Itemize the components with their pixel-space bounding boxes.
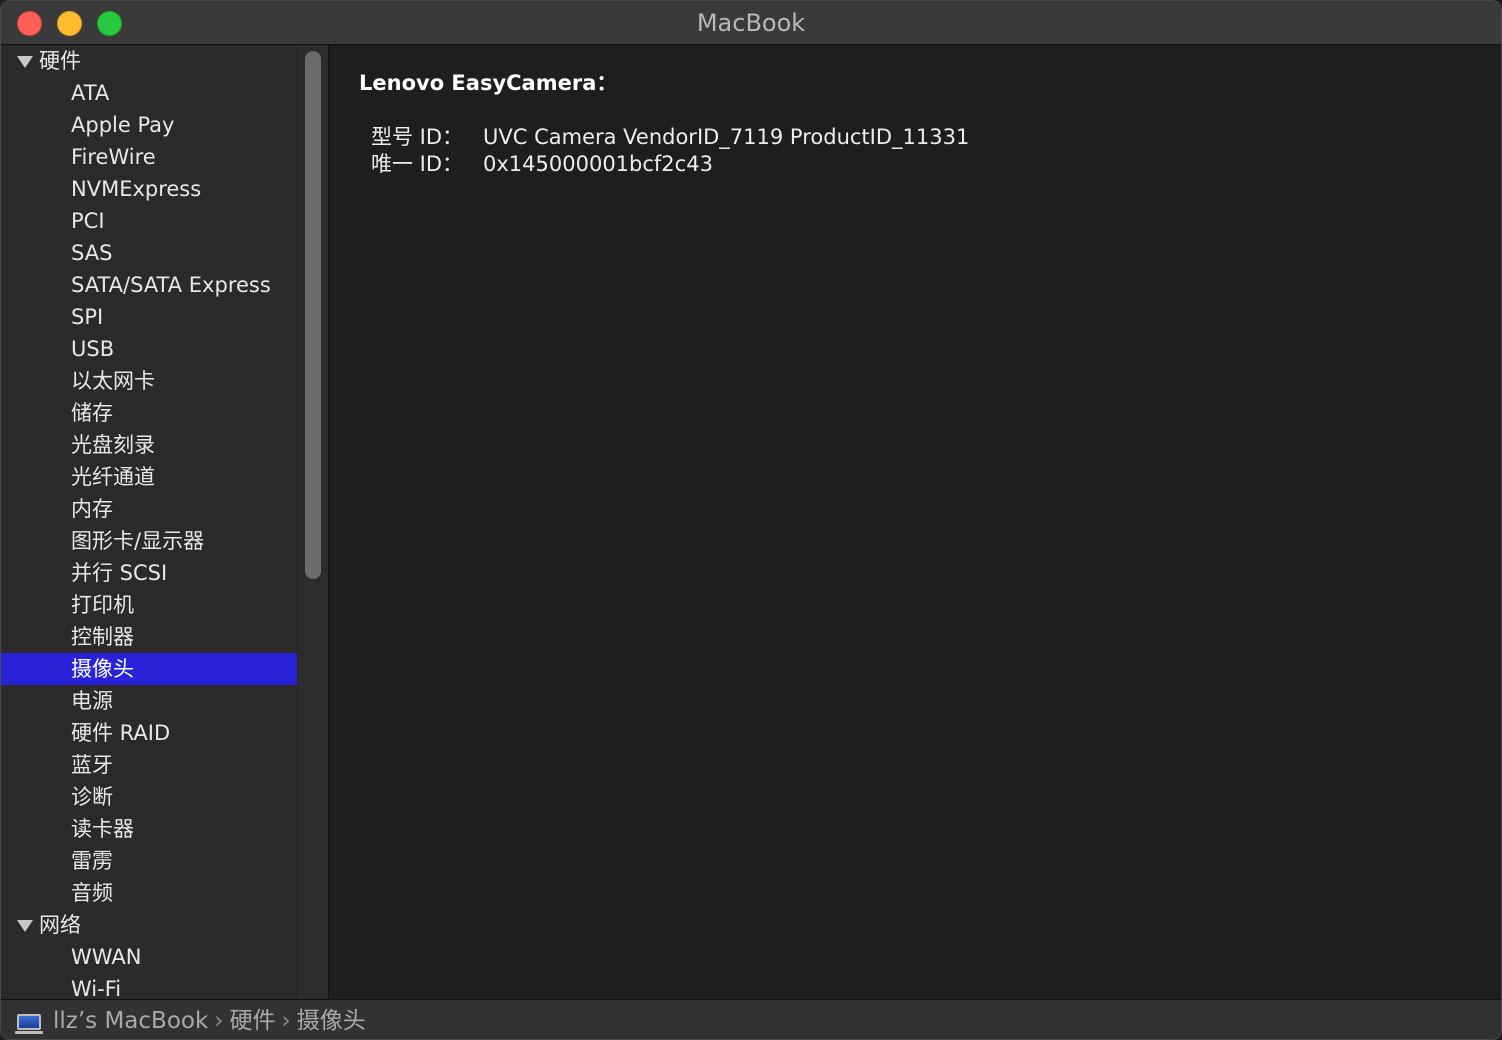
sidebar-item[interactable]: 光盘刻录 [1,429,297,461]
breadcrumb-item-computer[interactable]: llz’s MacBook [53,1008,208,1034]
chevron-right-icon: › [214,1008,224,1034]
path-bar: llz’s MacBook › 硬件 › 摄像头 [1,999,1501,1039]
sidebar-item[interactable]: USB [1,333,297,365]
macbook-icon [15,1014,43,1034]
breadcrumb: llz’s MacBook › 硬件 › 摄像头 [53,1000,366,1039]
system-information-window: MacBook 硬件 ATA Apple Pay FireWire NVMExpress… [0,0,1502,1040]
sidebar-item[interactable]: 蓝牙 [1,749,297,781]
property-label: 型号 ID： [371,125,464,149]
sidebar-item[interactable]: 打印机 [1,589,297,621]
property-value: 0x145000001bcf2c43 [483,152,713,176]
sidebar-item[interactable]: 图形卡/显示器 [1,525,297,557]
property-row: 型号 ID： UVC Camera VendorID_7119 ProductID… [371,121,969,151]
property-label: 唯一 ID： [371,152,464,176]
sidebar-item[interactable]: 储存 [1,397,297,429]
sidebar-item[interactable]: 并行 SCSI [1,557,297,589]
sidebar-item[interactable]: Wi-Fi [1,973,297,999]
sidebar: 硬件 ATA Apple Pay FireWire NVMExpress PCI SAS SA… [1,45,329,999]
sidebar-item[interactable]: WWAN [1,941,297,973]
sidebar-group-label: 网络 [39,913,81,937]
disclosure-triangle-icon[interactable] [17,56,33,68]
sidebar-item[interactable]: 电源 [1,685,297,717]
detail-pane: Lenovo EasyCamera： 型号 ID： UVC Camera Vend… [329,45,1501,999]
sidebar-item[interactable]: PCI [1,205,297,237]
sidebar-item[interactable]: SAS [1,237,297,269]
sidebar-group[interactable]: 网络 [1,909,297,941]
sidebar-item[interactable]: 摄像头 [1,653,297,685]
sidebar-item[interactable]: 内存 [1,493,297,525]
title-bar: MacBook [1,1,1501,45]
sidebar-item[interactable]: Apple Pay [1,109,297,141]
window-title: MacBook [696,9,806,37]
sidebar-item[interactable]: 诊断 [1,781,297,813]
sidebar-item[interactable]: 以太网卡 [1,365,297,397]
sidebar-item[interactable]: 雷雳 [1,845,297,877]
sidebar-item[interactable]: NVMExpress [1,173,297,205]
sidebar-scrollbar-thumb[interactable] [305,51,321,579]
sidebar-item[interactable]: 控制器 [1,621,297,653]
sidebar-item[interactable]: 读卡器 [1,813,297,845]
breadcrumb-item-hardware[interactable]: 硬件 [230,1008,276,1034]
chevron-right-icon: › [281,1008,291,1034]
sidebar-group-label: 硬件 [39,49,81,73]
sidebar-item[interactable]: SPI [1,301,297,333]
disclosure-triangle-icon[interactable] [17,920,33,932]
device-name: Lenovo EasyCamera： [359,71,618,95]
property-row: 唯一 ID： 0x145000001bcf2c43 [371,148,713,178]
property-value: UVC Camera VendorID_7119 ProductID_11331 [483,125,970,149]
sidebar-item[interactable]: ATA [1,77,297,109]
category-tree: 硬件 ATA Apple Pay FireWire NVMExpress PCI SAS SA… [1,45,297,999]
sidebar-item[interactable]: SATA/SATA Express [1,269,297,301]
sidebar-item[interactable]: 硬件 RAID [1,717,297,749]
sidebar-group[interactable]: 硬件 [1,45,297,77]
breadcrumb-item-camera[interactable]: 摄像头 [297,1008,366,1034]
sidebar-item[interactable]: FireWire [1,141,297,173]
sidebar-item[interactable]: 音频 [1,877,297,909]
sidebar-item[interactable]: 光纤通道 [1,461,297,493]
